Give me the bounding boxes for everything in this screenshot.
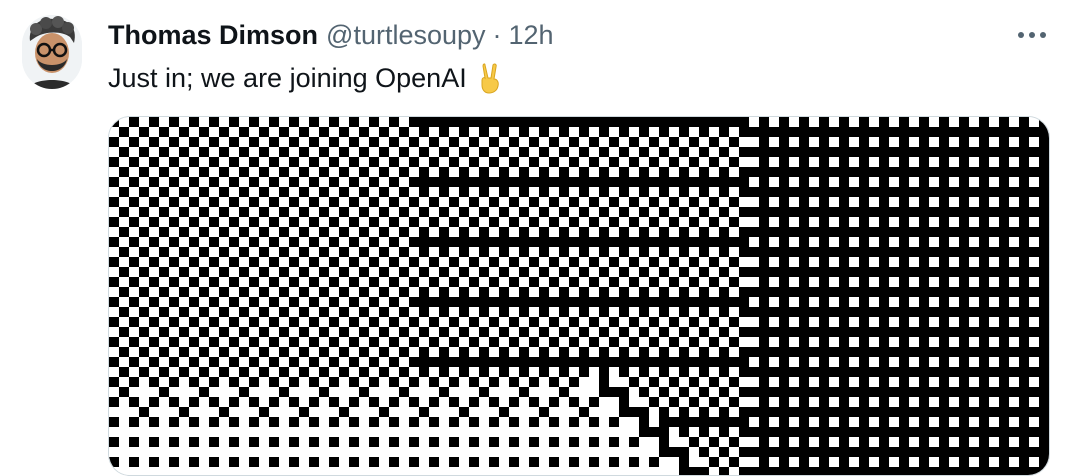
timestamp[interactable]: 12h (509, 20, 554, 51)
tweet-text-container: Just in; we are joining OpenAI (108, 60, 507, 96)
tweet-header: Thomas Dimson @turtlesoupy · 12h (108, 18, 554, 52)
tweet-media-image[interactable] (108, 116, 1050, 476)
separator-dot: · (492, 19, 502, 50)
victory-hand-emoji-icon (475, 62, 507, 94)
author-name[interactable]: Thomas Dimson (108, 20, 318, 51)
avatar[interactable] (22, 15, 82, 89)
dither-pattern-image (109, 117, 1049, 475)
tweet-text: Just in; we are joining OpenAI (108, 62, 467, 93)
more-horizontal-icon[interactable] (1014, 20, 1050, 50)
author-handle[interactable]: @turtlesoupy (326, 20, 485, 51)
